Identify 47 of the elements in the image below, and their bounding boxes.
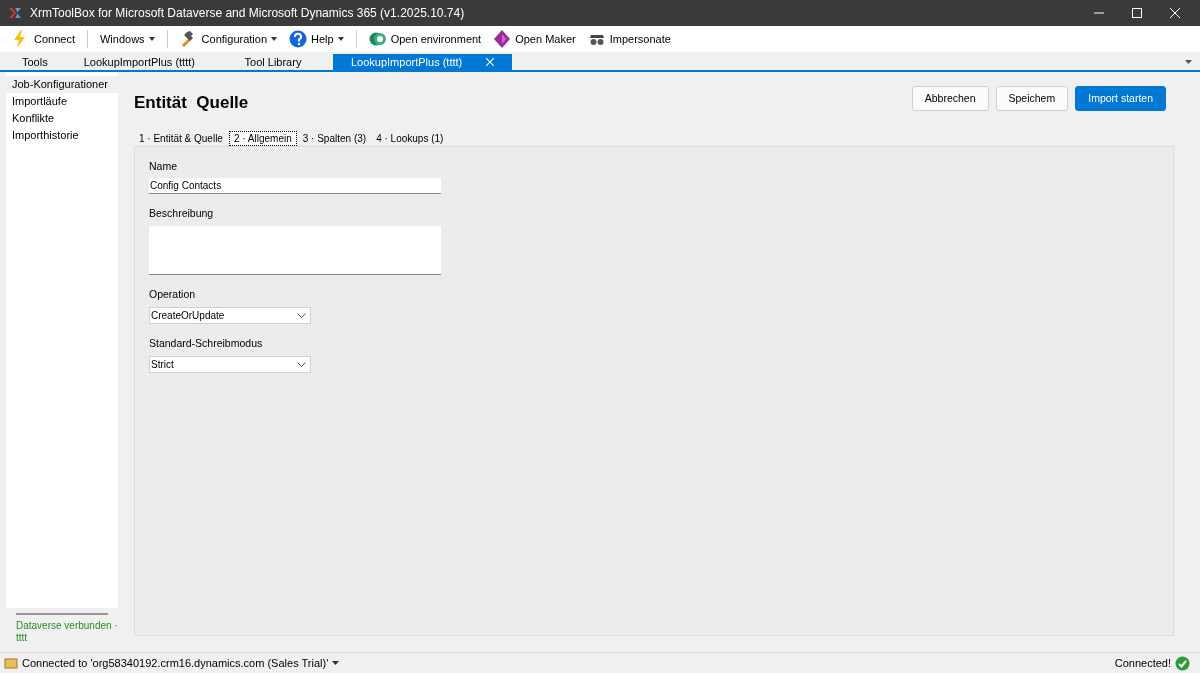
close-icon[interactable] xyxy=(1170,8,1180,18)
document-tab[interactable]: LookupImportPlus (tttt) xyxy=(332,54,513,70)
dropdown-field[interactable]: Strict xyxy=(149,355,311,373)
circles-icon xyxy=(368,30,387,48)
text-field[interactable]: Config Contacts xyxy=(149,178,441,195)
app-icon xyxy=(8,6,22,20)
help-icon xyxy=(289,30,308,48)
step-tab[interactable]: 1 · Entität & Quelle xyxy=(135,130,227,146)
maximize-icon[interactable] xyxy=(1132,8,1142,18)
step-tab[interactable]: 3 · Spalten (3) xyxy=(298,130,371,146)
connection-label[interactable]: Connected to 'org58340192.crm16.dynamics.com (Sales Trial)' xyxy=(22,654,329,672)
field-label: Operation xyxy=(149,287,197,302)
toolbar-button[interactable]: Open Maker xyxy=(489,28,580,50)
page-heading: Entität Quelle xyxy=(134,92,249,114)
diamond-icon xyxy=(493,30,512,48)
caret-icon[interactable] xyxy=(1185,60,1192,64)
toolbar-button[interactable]: Configuration xyxy=(175,28,282,50)
action-button[interactable]: Abbrechen xyxy=(911,86,989,111)
connection-status: Dataverse verbunden · tttt xyxy=(15,620,118,645)
step-tab[interactable]: 4 · Lookups (1) xyxy=(372,130,448,146)
check-icon xyxy=(1175,655,1190,671)
toolbar-button[interactable]: Open environment xyxy=(364,28,486,50)
field-label: Standard-Schreibmodus xyxy=(149,335,264,351)
navigation-item[interactable]: Job-Konfigurationer xyxy=(6,76,118,93)
navigation-item[interactable]: Konflikte xyxy=(6,110,118,127)
toolbar-button[interactable]: Windows xyxy=(96,28,159,50)
navigation-item[interactable]: Importläufe xyxy=(6,93,118,110)
window-title: XrmToolBox for Microsoft Dataverse and Microsoft Dynamics 365 (v1.2025.10.74) xyxy=(30,5,465,22)
text-area[interactable] xyxy=(149,226,441,275)
action-button[interactable]: Import starten xyxy=(1075,86,1166,111)
connection-icon xyxy=(4,657,18,669)
connection-state: Connected! xyxy=(1114,655,1171,671)
toolbar-button[interactable]: Help xyxy=(285,28,348,50)
field-label: Beschreibung xyxy=(149,206,215,222)
chevron-down-icon[interactable] xyxy=(297,312,306,318)
toolbar-button[interactable]: Connect xyxy=(8,28,79,50)
navigation-item[interactable]: Importhistorie xyxy=(6,127,118,144)
step-tab[interactable]: 2 · Allgemein xyxy=(228,130,297,146)
action-button[interactable]: Speichem xyxy=(995,86,1069,111)
dropdown-field[interactable]: CreateOrUpdate xyxy=(149,306,311,324)
toolbar-button[interactable]: Impersonate xyxy=(583,28,675,50)
chevron-down-icon[interactable] xyxy=(297,361,306,367)
document-tab[interactable]: Tool Library xyxy=(212,54,333,70)
document-tab[interactable]: LookupImportPlus (tttt) xyxy=(65,54,213,70)
document-tab[interactable]: Tools xyxy=(4,54,66,70)
field-label: Name xyxy=(149,158,178,174)
caret-icon[interactable] xyxy=(332,661,340,665)
